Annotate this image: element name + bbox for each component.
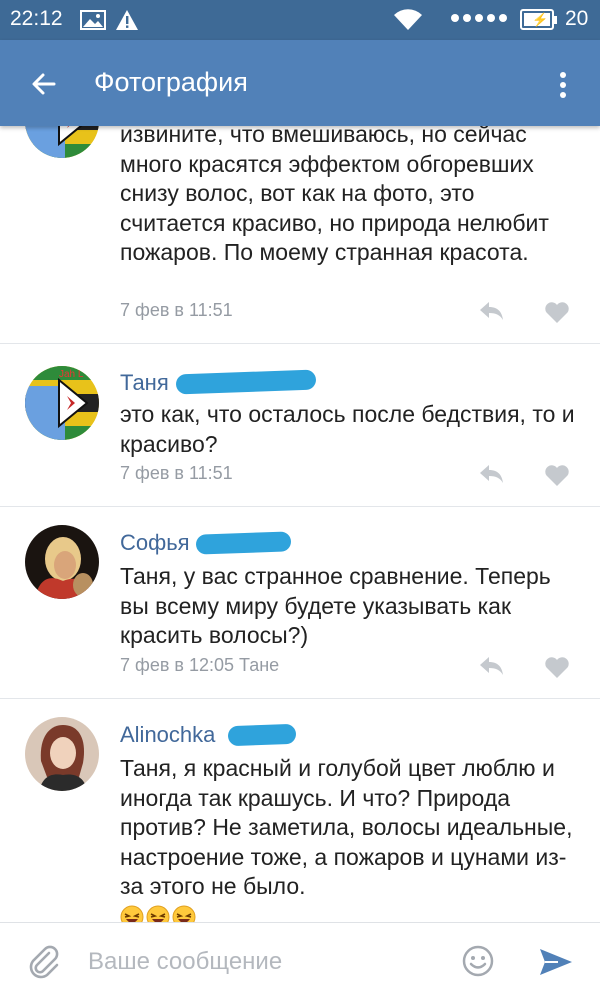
- reply-icon[interactable]: [478, 655, 504, 677]
- avatar-label: Jah L: [59, 369, 84, 380]
- comment-item: Софья Таня, у вас странное сравнение. Те…: [0, 507, 600, 699]
- signal-icon: [451, 14, 507, 22]
- comment-date: 7 фев в 11:51: [120, 300, 233, 320]
- redaction-mark: [227, 723, 297, 747]
- comment-text: Таня, у вас странное сравнение. Теперь в…: [120, 563, 551, 648]
- comment-author[interactable]: Таня: [120, 370, 169, 396]
- send-icon[interactable]: [538, 947, 574, 977]
- back-arrow-icon[interactable]: [22, 62, 66, 106]
- status-time: 22:12: [10, 7, 63, 30]
- status-bar: 22:12 ⚡ 20: [0, 0, 600, 40]
- comment-text: это как, что осталось после бедствия, то…: [120, 401, 575, 457]
- laughing-emoji-icon: [146, 905, 170, 922]
- image-icon: [80, 10, 106, 30]
- reply-icon[interactable]: [478, 463, 504, 485]
- message-composer: [0, 922, 600, 1000]
- redaction-mark: [195, 531, 292, 555]
- more-vert-icon[interactable]: [548, 62, 578, 106]
- comment-date: 7 фев в 12:05 Тане: [120, 655, 280, 675]
- avatar[interactable]: [25, 525, 99, 599]
- redaction-mark: [175, 369, 317, 395]
- battery-level: 20: [565, 7, 589, 30]
- laughing-emoji-icon: [120, 905, 144, 922]
- reply-icon[interactable]: [478, 300, 504, 322]
- comment-item: Jah L Таня это как, что осталось после б…: [0, 344, 600, 507]
- wifi-icon: [394, 9, 422, 30]
- page-title: Фотография: [94, 67, 248, 97]
- comment-author[interactable]: Alinochka: [120, 722, 215, 748]
- comment-item: Alinochka Таня, я красный и голубой цвет…: [0, 699, 600, 922]
- comment-author[interactable]: Софья: [120, 530, 190, 556]
- comment-item: извините, что вмешиваюсь, но сейчас мног…: [0, 126, 600, 344]
- battery-icon: ⚡: [520, 9, 557, 30]
- warning-icon: [116, 10, 138, 30]
- avatar[interactable]: [25, 126, 99, 158]
- app-bar: Фотография: [0, 40, 600, 126]
- laughing-emoji-icon: [172, 905, 196, 922]
- heart-icon[interactable]: [544, 300, 570, 324]
- comment-date: 7 фев в 11:51: [120, 463, 233, 483]
- smile-icon[interactable]: [462, 945, 494, 977]
- comments-list: извините, что вмешиваюсь, но сейчас мног…: [0, 126, 600, 922]
- heart-icon[interactable]: [544, 463, 570, 487]
- avatar[interactable]: Jah L: [25, 366, 99, 440]
- message-input[interactable]: [88, 945, 438, 979]
- heart-icon[interactable]: [544, 655, 570, 679]
- comment-text-body: Таня, я красный и голубой цвет люблю и и…: [120, 755, 573, 899]
- avatar[interactable]: [25, 717, 99, 791]
- paperclip-icon[interactable]: [27, 945, 61, 979]
- comment-text: Таня, я красный и голубой цвет люблю и и…: [120, 754, 580, 922]
- comment-text: извините, что вмешиваюсь, но сейчас мног…: [120, 126, 549, 265]
